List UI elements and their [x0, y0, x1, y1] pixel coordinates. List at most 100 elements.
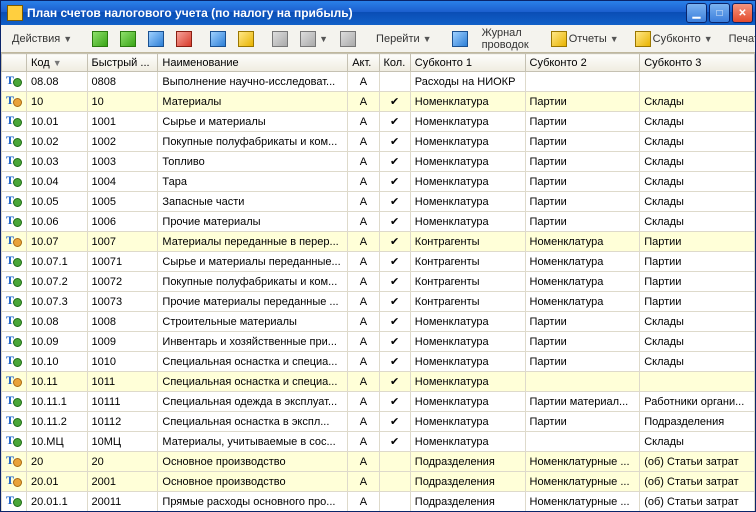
- cell-code: 20: [27, 452, 87, 472]
- add-copy-button[interactable]: [115, 28, 141, 50]
- table-row[interactable]: 10.061006Прочие материалыА✔НоменклатураП…: [2, 212, 755, 232]
- table-row[interactable]: 1010МатериалыА✔НоменклатураПартииСклады: [2, 92, 755, 112]
- table-row[interactable]: 10.021002Покупные полуфабрикаты и ком...…: [2, 132, 755, 152]
- table-row[interactable]: 10.041004ТараА✔НоменклатураПартииСклады: [2, 172, 755, 192]
- cell-kol: ✔: [379, 432, 410, 452]
- table-row[interactable]: 10.011001Сырье и материалыА✔Номенклатура…: [2, 112, 755, 132]
- col-kol[interactable]: Кол.: [379, 54, 410, 72]
- cell-kol: ✔: [379, 292, 410, 312]
- cell-icon: [2, 252, 27, 272]
- add-button[interactable]: [87, 28, 113, 50]
- goto-menu[interactable]: Перейти▼: [369, 28, 439, 50]
- chevron-down-icon: ▼: [63, 34, 72, 44]
- cell-icon: [2, 472, 27, 492]
- col-sk1[interactable]: Субконто 1: [410, 54, 525, 72]
- filter-off-button[interactable]: ▼: [295, 28, 333, 50]
- subconto-menu[interactable]: Субконто▼: [628, 28, 720, 50]
- check-icon: ✔: [384, 175, 406, 188]
- account-icon: [6, 93, 22, 107]
- table-row[interactable]: 10.031003ТопливоА✔НоменклатураПартииСкла…: [2, 152, 755, 172]
- table-row[interactable]: 20.01.120011Прямые расходы основного про…: [2, 492, 755, 512]
- table-row[interactable]: 10.111011Специальная оснастка и специа..…: [2, 372, 755, 392]
- cell-icon: [2, 172, 27, 192]
- table-row[interactable]: 10.07.110071Сырье и материалы переданные…: [2, 252, 755, 272]
- check-icon: ✔: [384, 355, 406, 368]
- grid-container[interactable]: Код ▼ Быстрый ... Наименование Акт. Кол.…: [1, 53, 755, 511]
- cell-sk1: Подразделения: [410, 472, 525, 492]
- check-icon: ✔: [384, 335, 406, 348]
- cell-sk2: Номенклатура: [525, 272, 640, 292]
- cell-sk2: Партии: [525, 112, 640, 132]
- table-row[interactable]: 20.012001Основное производствоАПодраздел…: [2, 472, 755, 492]
- cell-quick: 0808: [87, 72, 158, 92]
- check-icon: ✔: [384, 295, 406, 308]
- cell-sk2: Партии: [525, 132, 640, 152]
- cell-name: Сырье и материалы: [158, 112, 348, 132]
- cell-sk3: Склады: [640, 132, 755, 152]
- cell-sk1: Номенклатура: [410, 312, 525, 332]
- cell-icon: [2, 312, 27, 332]
- maximize-button[interactable]: □: [709, 3, 730, 23]
- table-row[interactable]: 10.МЦ10МЦМатериалы, учитываемые в сос...…: [2, 432, 755, 452]
- filter-button[interactable]: [267, 28, 293, 50]
- table-row[interactable]: 10.081008Строительные материалыА✔Номенкл…: [2, 312, 755, 332]
- cell-name: Специальная оснастка и специа...: [158, 352, 348, 372]
- cell-name: Специальная оснастка и специа...: [158, 372, 348, 392]
- journal-button[interactable]: Журнал проводок: [475, 28, 536, 50]
- edit-button[interactable]: [143, 28, 169, 50]
- refresh-button[interactable]: [447, 28, 473, 50]
- table-row[interactable]: 10.091009Инвентарь и хозяйственные при..…: [2, 332, 755, 352]
- print-menu[interactable]: Печать▼: [722, 28, 756, 50]
- col-quick[interactable]: Быстрый ...: [87, 54, 158, 72]
- cell-code: 10.06: [27, 212, 87, 232]
- cell-quick: 20011: [87, 492, 158, 512]
- cell-sk1: Номенклатура: [410, 172, 525, 192]
- cell-akt: А: [348, 472, 379, 492]
- window-title: План счетов налогового учета (по налогу …: [27, 6, 686, 20]
- col-name[interactable]: Наименование: [158, 54, 348, 72]
- cell-kol: [379, 472, 410, 492]
- close-button[interactable]: ✕: [732, 3, 753, 23]
- table-row[interactable]: 10.071007Материалы переданные в перер...…: [2, 232, 755, 252]
- col-icon[interactable]: [2, 54, 27, 72]
- table-row[interactable]: 2020Основное производствоАПодразделенияН…: [2, 452, 755, 472]
- delete-button[interactable]: [171, 28, 197, 50]
- minimize-button[interactable]: ▁: [686, 3, 707, 23]
- table-row[interactable]: 10.07.210072Покупные полуфабрикаты и ком…: [2, 272, 755, 292]
- account-icon: [6, 233, 22, 247]
- col-sk3[interactable]: Субконто 3: [640, 54, 755, 72]
- cell-name: Прочие материалы: [158, 212, 348, 232]
- cell-sk3: Склады: [640, 152, 755, 172]
- cell-sk3: (об) Статьи затрат: [640, 492, 755, 512]
- table-row[interactable]: 10.11.210112Специальная оснастка в экспл…: [2, 412, 755, 432]
- account-icon: [6, 353, 22, 367]
- cell-name: Выполнение научно-исследоват...: [158, 72, 348, 92]
- move-button[interactable]: [233, 28, 259, 50]
- funnel-button[interactable]: [335, 28, 361, 50]
- cell-sk1: Номенклатура: [410, 412, 525, 432]
- cell-kol: ✔: [379, 352, 410, 372]
- cell-code: 10.10: [27, 352, 87, 372]
- col-sk2[interactable]: Субконто 2: [525, 54, 640, 72]
- cell-quick: 1010: [87, 352, 158, 372]
- col-code[interactable]: Код ▼: [27, 54, 87, 72]
- refresh-icon: [452, 31, 468, 47]
- edit-icon: [148, 31, 164, 47]
- table-row[interactable]: 10.101010Специальная оснастка и специа..…: [2, 352, 755, 372]
- hierarchy-button[interactable]: [205, 28, 231, 50]
- reports-menu[interactable]: Отчеты▼: [544, 28, 626, 50]
- chevron-down-icon: ▼: [423, 34, 432, 44]
- col-akt[interactable]: Акт.: [348, 54, 379, 72]
- cell-sk2: Номенклатурные ...: [525, 472, 640, 492]
- table-row[interactable]: 08.080808Выполнение научно-исследоват...…: [2, 72, 755, 92]
- actions-label: Действия: [12, 33, 60, 45]
- table-row[interactable]: 10.051005Запасные частиА✔НоменклатураПар…: [2, 192, 755, 212]
- cell-sk1: Номенклатура: [410, 352, 525, 372]
- cell-sk2: Партии: [525, 192, 640, 212]
- table-row[interactable]: 10.07.310073Прочие материалы переданные …: [2, 292, 755, 312]
- cell-sk2: Номенклатура: [525, 252, 640, 272]
- report-icon: [551, 31, 567, 47]
- cell-code: 10: [27, 92, 87, 112]
- actions-menu[interactable]: Действия▼: [5, 28, 79, 50]
- table-row[interactable]: 10.11.110111Специальная одежда в эксплуа…: [2, 392, 755, 412]
